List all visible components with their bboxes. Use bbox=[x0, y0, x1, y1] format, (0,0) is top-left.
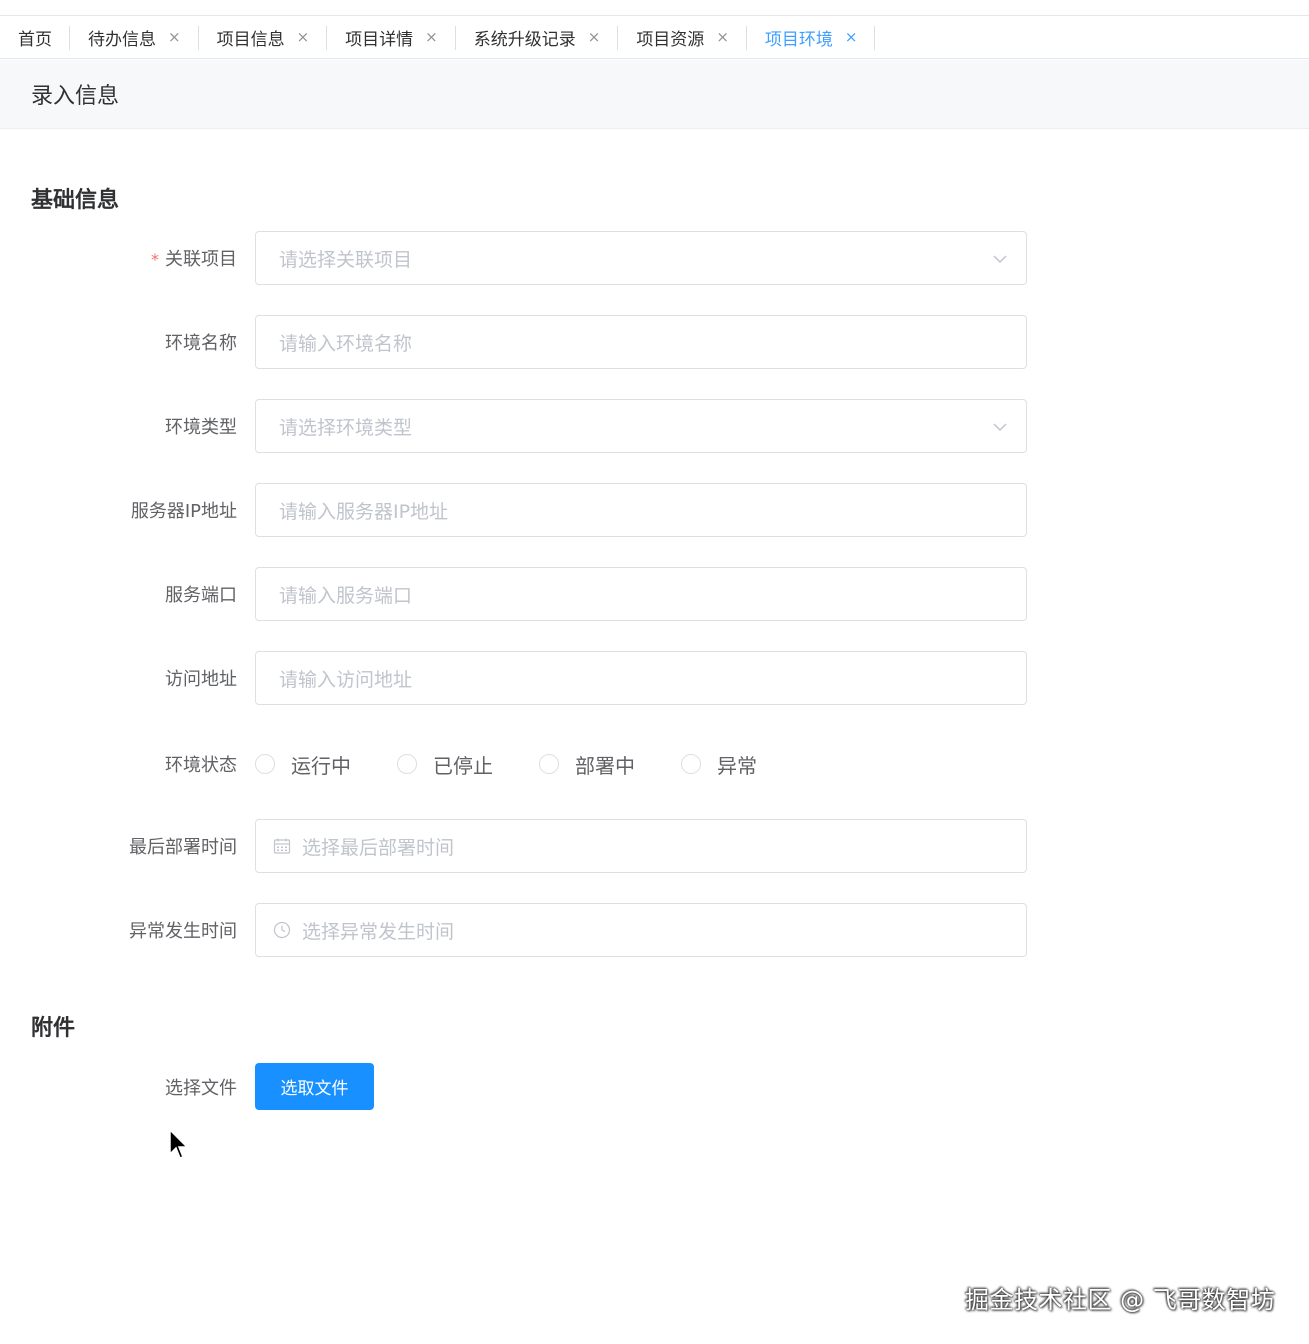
section-title-basic: 基础信息 bbox=[31, 188, 120, 213]
tab-label: 系统升级记录 bbox=[473, 29, 576, 50]
radio-stopped[interactable]: 已停止 bbox=[397, 750, 493, 779]
form-label: 选择文件 bbox=[165, 1078, 237, 1099]
form-label: 环境类型 bbox=[165, 417, 237, 438]
section-title-attachment: 附件 bbox=[31, 1016, 76, 1041]
tab-label: 项目资源 bbox=[636, 29, 705, 50]
tab-project-detail[interactable]: 项目详情 × bbox=[327, 16, 456, 59]
form-label: 访问地址 bbox=[165, 669, 237, 690]
select-placeholder: 请选择环境类型 bbox=[279, 416, 413, 439]
form-label: * 关联项目 bbox=[0, 245, 237, 271]
form-row-last-deploy-time: 最后部署时间 选择最后部署时间 bbox=[0, 819, 1309, 873]
tab-home[interactable]: 首页 bbox=[0, 16, 70, 59]
close-icon[interactable]: × bbox=[297, 28, 310, 46]
last-deploy-date-picker[interactable]: 选择最后部署时间 bbox=[255, 819, 1027, 873]
form-row-file: 选择文件 bbox=[0, 1060, 1309, 1114]
tab-bar: 首页 待办信息 × 项目信息 × 项目详情 × 系统升级记录 × 项目资源 × … bbox=[0, 16, 1309, 59]
project-select[interactable]: 请选择关联项目 bbox=[255, 231, 1027, 285]
select-file-button[interactable]: 选取文件 bbox=[255, 1063, 374, 1110]
radio-label: 部署中 bbox=[575, 753, 635, 778]
radio-deploying[interactable]: 部署中 bbox=[539, 750, 635, 779]
chevron-down-icon bbox=[993, 255, 1007, 264]
close-icon[interactable]: × bbox=[425, 28, 438, 46]
port-input[interactable]: 请输入服务端口 bbox=[255, 567, 1027, 621]
server-ip-input[interactable]: 请输入服务器IP地址 bbox=[255, 483, 1027, 537]
tab-project-resource[interactable]: 项目资源 × bbox=[618, 16, 747, 59]
tab-project-info[interactable]: 项目信息 × bbox=[199, 16, 328, 59]
watermark: 掘金技术社区 @ 飞哥数智坊 bbox=[965, 1286, 1276, 1314]
form-label: 异常发生时间 bbox=[129, 921, 237, 942]
tab-label: 项目详情 bbox=[345, 29, 414, 50]
form-label: 服务端口 bbox=[165, 585, 237, 606]
form-row-error-time: 异常发生时间 选择异常发生时间 bbox=[0, 903, 1309, 957]
calendar-icon bbox=[273, 838, 291, 854]
form-label: 环境名称 bbox=[165, 333, 237, 354]
radio-label: 已停止 bbox=[433, 753, 493, 778]
close-icon[interactable]: × bbox=[845, 28, 858, 46]
tab-upgrade-log[interactable]: 系统升级记录 × bbox=[456, 16, 619, 59]
form-row-status: 环境状态 运行中 已停止 部署中 异常 bbox=[0, 737, 1309, 791]
radio-circle[interactable] bbox=[255, 754, 275, 774]
access-url-input[interactable]: 请输入访问地址 bbox=[255, 651, 1027, 705]
form-row-env-name: 环境名称 请输入环境名称 bbox=[0, 315, 1309, 369]
input-placeholder: 请输入访问地址 bbox=[279, 668, 413, 691]
form-label-text: 关联项目 bbox=[165, 249, 237, 270]
form-row-port: 服务端口 请输入服务端口 bbox=[0, 567, 1309, 621]
input-placeholder: 请输入环境名称 bbox=[279, 332, 413, 355]
form-label: 环境状态 bbox=[165, 755, 237, 776]
date-placeholder: 选择最后部署时间 bbox=[302, 836, 455, 859]
error-time-picker[interactable]: 选择异常发生时间 bbox=[255, 903, 1027, 957]
select-placeholder: 请选择关联项目 bbox=[279, 248, 413, 271]
radio-circle[interactable] bbox=[681, 754, 701, 774]
mouse-cursor-icon bbox=[169, 1128, 189, 1159]
form-row-access-url: 访问地址 请输入访问地址 bbox=[0, 651, 1309, 705]
input-placeholder: 请输入服务器IP地址 bbox=[279, 500, 449, 523]
time-placeholder: 选择异常发生时间 bbox=[302, 920, 455, 943]
tab-label: 项目信息 bbox=[216, 29, 285, 50]
status-radio-group: 运行中 已停止 部署中 异常 bbox=[255, 737, 803, 791]
page-header: 录入信息 bbox=[0, 60, 1309, 129]
required-mark: * bbox=[151, 250, 159, 269]
form-row-project: * 关联项目 请选择关联项目 bbox=[0, 231, 1309, 285]
radio-running[interactable]: 运行中 bbox=[255, 750, 351, 779]
chevron-down-icon bbox=[993, 423, 1007, 432]
tab-label: 待办信息 bbox=[88, 29, 156, 50]
radio-label: 运行中 bbox=[291, 753, 351, 778]
form-row-server-ip: 服务器IP地址 请输入服务器IP地址 bbox=[0, 483, 1309, 537]
form-row-env-type: 环境类型 请选择环境类型 bbox=[0, 399, 1309, 453]
tab-label: 首页 bbox=[18, 29, 52, 50]
env-type-select[interactable]: 请选择环境类型 bbox=[255, 399, 1027, 453]
tab-label: 项目环境 bbox=[764, 29, 833, 50]
close-icon[interactable]: × bbox=[588, 28, 601, 46]
radio-circle[interactable] bbox=[539, 754, 559, 774]
env-name-input[interactable]: 请输入环境名称 bbox=[255, 315, 1027, 369]
tab-todo[interactable]: 待办信息 × bbox=[70, 16, 199, 59]
page-title: 录入信息 bbox=[31, 84, 120, 109]
tab-project-env[interactable]: 项目环境 × bbox=[747, 16, 876, 59]
form-label: 服务器IP地址 bbox=[130, 501, 237, 522]
close-icon[interactable]: × bbox=[716, 28, 729, 46]
radio-circle[interactable] bbox=[397, 754, 417, 774]
input-placeholder: 请输入服务端口 bbox=[279, 584, 413, 607]
form-label: 最后部署时间 bbox=[129, 837, 237, 858]
close-icon[interactable]: × bbox=[168, 28, 181, 46]
radio-abnormal[interactable]: 异常 bbox=[681, 750, 757, 779]
clock-icon bbox=[273, 921, 291, 939]
radio-label: 异常 bbox=[717, 753, 757, 778]
